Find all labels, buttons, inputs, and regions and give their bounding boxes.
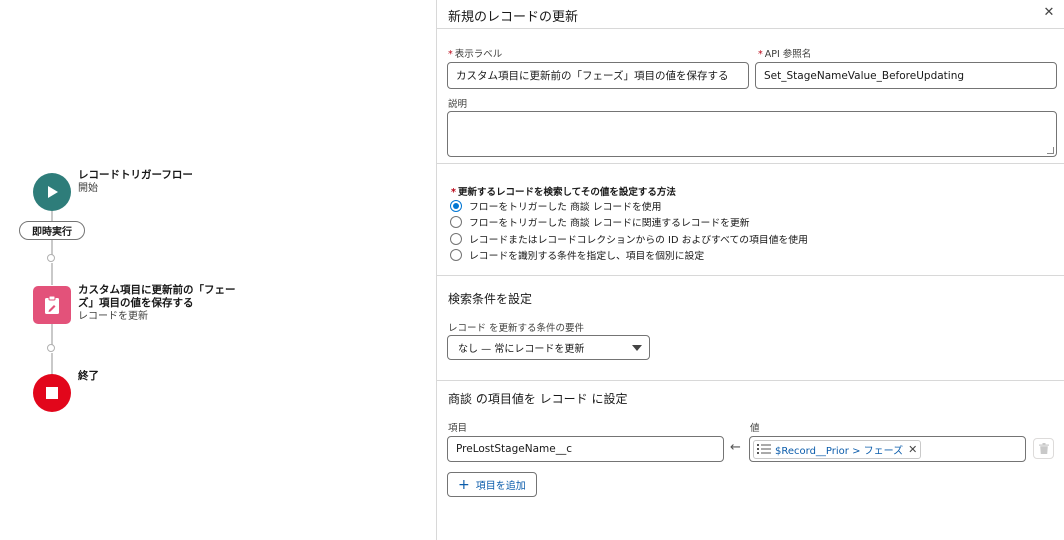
section-divider (437, 380, 1064, 381)
value-input[interactable]: $Record__Prior > フェーズ ✕ (749, 436, 1026, 462)
method-label: * 更新するレコードを検索してその値を設定する方法 (451, 187, 676, 198)
section-divider (437, 275, 1064, 276)
panel-title: 新規のレコードの更新 (448, 10, 579, 25)
remove-token-icon[interactable]: ✕ (908, 443, 917, 456)
radio-label: レコードを識別する条件を指定し、項目を個別に設定 (469, 251, 705, 262)
arrow-left-icon: ← (730, 440, 741, 455)
start-node-subtitle: 開始 (78, 183, 98, 194)
update-node-subtitle: レコードを更新 (78, 311, 148, 322)
update-node-title-line1: カスタム項目に更新前の「フェー (78, 284, 236, 296)
list-icon (757, 444, 771, 454)
radio-label: フローをトリガーした 商談 レコードに関連するレコードを更新 (469, 218, 750, 229)
label-input[interactable]: カスタム項目に更新前の「フェーズ」項目の値を保存する (447, 62, 749, 89)
radio-option-record-ids[interactable]: レコードまたはレコードコレクションからの ID およびすべての項目値を使用 (450, 232, 808, 246)
radio-option-conditions[interactable]: レコードを識別する条件を指定し、項目を個別に設定 (450, 248, 704, 262)
radio-option-related-records[interactable]: フローをトリガーした 商談 レコードに関連するレコードを更新 (450, 215, 750, 229)
update-node-title-line2: ズ」項目の値を保存する (78, 297, 194, 309)
radio-label: レコードまたはレコードコレクションからの ID およびすべての項目値を使用 (469, 235, 808, 246)
criteria-select-label: レコード を更新する条件の要件 (448, 323, 585, 334)
label-field-label: * 表示ラベル (448, 49, 503, 60)
trash-icon (1038, 443, 1049, 454)
add-element-dot[interactable] (47, 344, 55, 352)
add-field-button[interactable]: + 項目を追加 (447, 472, 537, 497)
section-divider (437, 163, 1064, 164)
criteria-heading: 検索条件を設定 (448, 292, 533, 306)
end-node-icon[interactable] (33, 374, 71, 412)
value-column-label: 値 (750, 423, 760, 434)
connector (51, 263, 53, 285)
radio-button[interactable] (450, 216, 462, 228)
add-element-dot[interactable] (47, 254, 55, 262)
chevron-down-icon (632, 345, 642, 351)
description-textarea[interactable] (447, 111, 1057, 157)
assign-heading: 商談 の項目値を レコード に設定 (448, 392, 628, 406)
radio-button[interactable] (450, 200, 462, 212)
start-node-icon[interactable] (33, 173, 71, 211)
radio-label: フローをトリガーした 商談 レコードを使用 (469, 202, 662, 213)
api-name-input[interactable]: Set_StageNameValue_BeforeUpdating (755, 62, 1057, 89)
criteria-select-value: なし — 常にレコードを更新 (458, 344, 585, 355)
connector (51, 353, 53, 374)
value-token[interactable]: $Record__Prior > フェーズ ✕ (753, 439, 922, 459)
radio-button[interactable] (450, 249, 462, 261)
update-records-node-icon[interactable] (33, 286, 71, 324)
radio-button[interactable] (450, 233, 462, 245)
connector (51, 240, 53, 255)
panel-header: 新規のレコードの更新 ✕ (437, 0, 1064, 29)
resize-grip[interactable] (1047, 147, 1054, 154)
connector (51, 324, 53, 345)
radio-option-triggering-record[interactable]: フローをトリガーした 商談 レコードを使用 (450, 199, 661, 213)
delete-row-button[interactable] (1033, 438, 1054, 459)
value-token-label: $Record__Prior > フェーズ (775, 445, 904, 457)
description-label: 説明 (448, 99, 468, 110)
end-node-title: 終了 (78, 370, 99, 382)
api-name-label: * API 参照名 (758, 49, 812, 60)
plus-icon: + (458, 476, 470, 493)
criteria-select[interactable]: なし — 常にレコードを更新 (447, 335, 650, 360)
start-node-title: レコードトリガーフロー (78, 169, 193, 181)
close-icon[interactable]: ✕ (1041, 5, 1057, 21)
properties-panel: 新規のレコードの更新 ✕ * 表示ラベル カスタム項目に更新前の「フェーズ」項目の… (436, 0, 1064, 540)
field-column-label: 項目 (448, 423, 468, 434)
field-input[interactable]: PreLostStageName__c (447, 436, 724, 462)
run-immediately-pill[interactable]: 即時実行 (19, 221, 85, 240)
add-field-label: 項目を追加 (475, 481, 526, 492)
flow-canvas[interactable]: レコードトリガーフロー 開始 即時実行 カスタム項目に更新前の「フェー ズ」項目… (0, 0, 436, 540)
